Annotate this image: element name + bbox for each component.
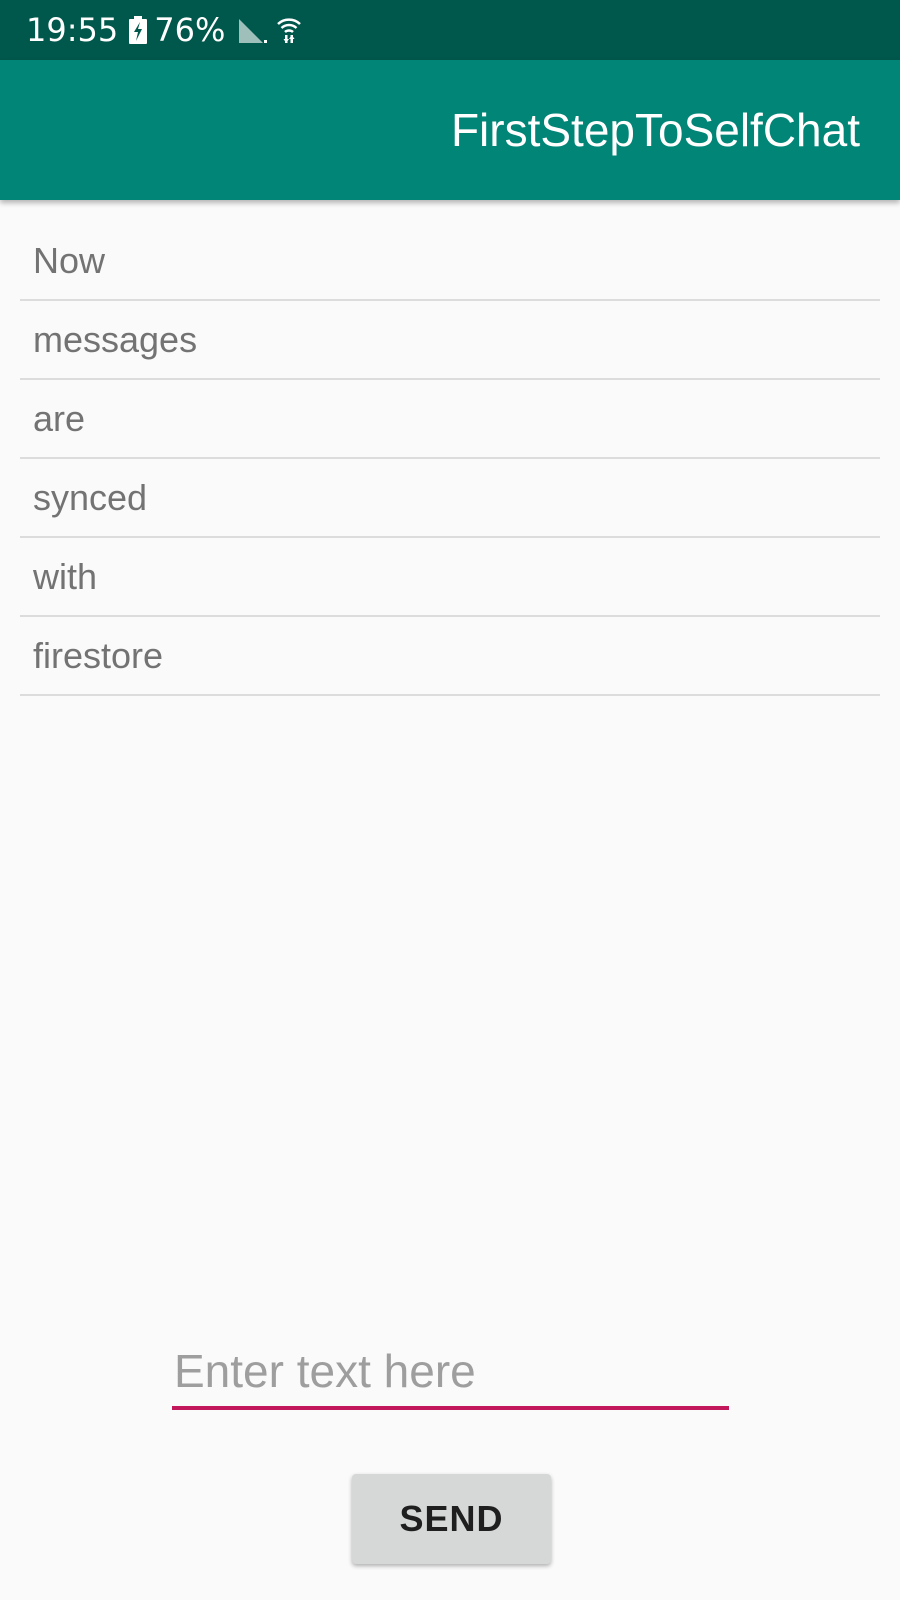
send-button[interactable]: SEND [352, 1474, 551, 1564]
cell-signal-icon [237, 15, 269, 45]
app-title: FirstStepToSelfChat [450, 104, 860, 156]
list-item[interactable]: are [20, 380, 880, 459]
status-time: 19:55 [26, 11, 119, 49]
list-item[interactable]: firestore [20, 617, 880, 696]
list-item[interactable]: with [20, 538, 880, 617]
message-list[interactable]: Now messages are synced with firestore [20, 222, 880, 696]
message-text: with [33, 556, 98, 597]
message-text: are [33, 398, 86, 439]
message-text: synced [33, 477, 148, 518]
list-item[interactable]: synced [20, 459, 880, 538]
list-item[interactable]: messages [20, 301, 880, 380]
app-bar: FirstStepToSelfChat [0, 60, 900, 200]
status-bar: 19:55 76% [0, 0, 900, 60]
message-text: firestore [33, 635, 164, 676]
battery-percentage: 76% [154, 11, 226, 49]
list-item[interactable]: Now [20, 222, 880, 301]
battery-charging-icon [128, 16, 148, 44]
message-input[interactable] [172, 1340, 729, 1410]
message-text: messages [33, 319, 198, 360]
wifi-icon [277, 15, 302, 45]
message-text: Now [33, 240, 106, 281]
